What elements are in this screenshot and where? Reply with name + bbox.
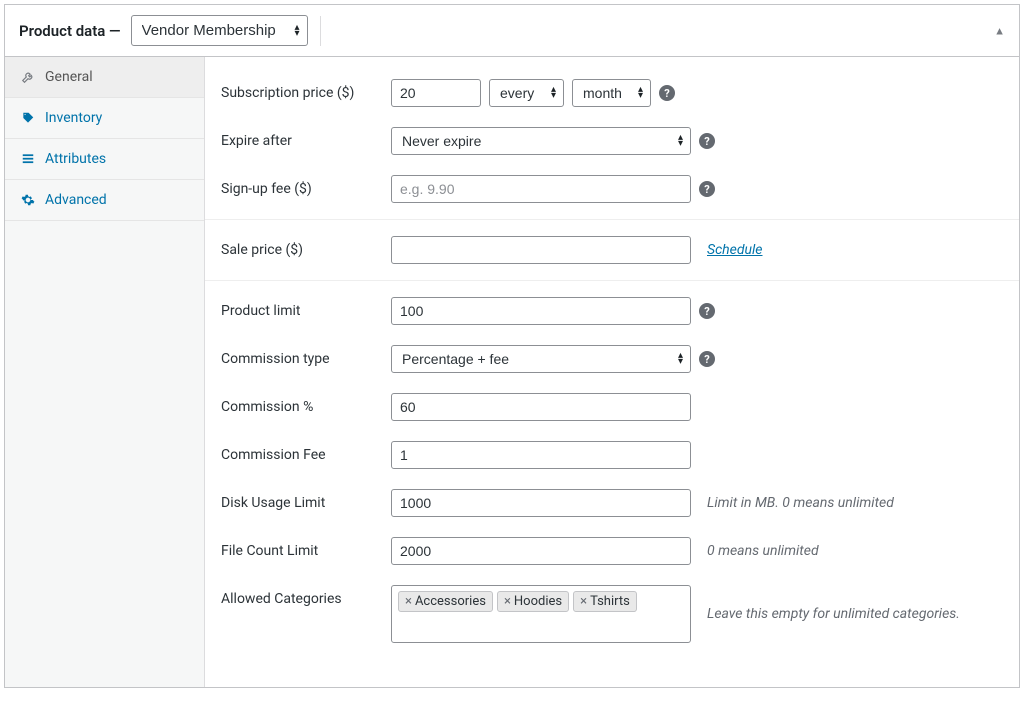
tab-advanced[interactable]: Advanced bbox=[5, 180, 204, 221]
wrench-icon bbox=[19, 70, 37, 84]
product-limit-input[interactable] bbox=[391, 297, 691, 325]
commission-type-select[interactable]: Percentage + fee bbox=[391, 345, 691, 373]
help-icon[interactable]: ? bbox=[659, 85, 675, 101]
tabs-nav: General Inventory Attributes Advanced bbox=[5, 57, 205, 687]
collapse-icon[interactable]: ▲ bbox=[994, 24, 1005, 37]
field-allowed-categories: Allowed Categories ×Accessories ×Hoodies… bbox=[205, 575, 1019, 653]
field-commission-fee: Commission Fee bbox=[205, 431, 1019, 479]
divider bbox=[205, 280, 1019, 281]
field-sale-price: Sale price ($) Schedule bbox=[205, 226, 1019, 274]
allowed-categories-input[interactable]: ×Accessories ×Hoodies ×Tshirts bbox=[391, 585, 691, 643]
field-product-limit: Product limit ? bbox=[205, 287, 1019, 335]
header-divider bbox=[320, 16, 321, 46]
help-icon[interactable]: ? bbox=[699, 303, 715, 319]
list-icon bbox=[19, 152, 37, 166]
label-allowed-categories: Allowed Categories bbox=[221, 585, 391, 607]
category-tag: ×Accessories bbox=[398, 591, 493, 612]
gear-icon bbox=[19, 193, 37, 207]
field-expire-after: Expire after Never expire ▴▾ ? bbox=[205, 117, 1019, 165]
file-count-hint: 0 means unlimited bbox=[707, 543, 819, 559]
remove-tag-icon[interactable]: × bbox=[580, 594, 587, 609]
tag-icon bbox=[19, 111, 37, 125]
field-disk-usage: Disk Usage Limit Limit in MB. 0 means un… bbox=[205, 479, 1019, 527]
panel-header: Product data — Vendor Membership ▴▾ ▲ bbox=[5, 5, 1019, 57]
subscription-price-input[interactable] bbox=[391, 79, 481, 107]
help-icon[interactable]: ? bbox=[699, 133, 715, 149]
label-subscription-price: Subscription price ($) bbox=[221, 79, 391, 101]
tab-label: General bbox=[45, 69, 93, 85]
label-file-count: File Count Limit bbox=[221, 537, 391, 559]
field-file-count: File Count Limit 0 means unlimited bbox=[205, 527, 1019, 575]
product-type-select[interactable]: Vendor Membership bbox=[131, 15, 308, 46]
label-disk-usage: Disk Usage Limit bbox=[221, 489, 391, 511]
label-expire-after: Expire after bbox=[221, 127, 391, 149]
remove-tag-icon[interactable]: × bbox=[504, 594, 511, 609]
billing-interval-select[interactable]: every bbox=[489, 79, 564, 107]
category-tag: ×Tshirts bbox=[573, 591, 637, 612]
label-signup-fee: Sign-up fee ($) bbox=[221, 175, 391, 197]
label-commission-type: Commission type bbox=[221, 345, 391, 367]
tab-content: Subscription price ($) every ▴▾ month ▴▾… bbox=[205, 57, 1019, 687]
file-count-input[interactable] bbox=[391, 537, 691, 565]
field-commission-type: Commission type Percentage + fee ▴▾ ? bbox=[205, 335, 1019, 383]
tab-attributes[interactable]: Attributes bbox=[5, 139, 204, 180]
label-commission-pct: Commission % bbox=[221, 393, 391, 415]
tab-inventory[interactable]: Inventory bbox=[5, 98, 204, 139]
help-icon[interactable]: ? bbox=[699, 181, 715, 197]
sale-price-input[interactable] bbox=[391, 236, 691, 264]
commission-fee-input[interactable] bbox=[391, 441, 691, 469]
commission-percent-input[interactable] bbox=[391, 393, 691, 421]
category-tag: ×Hoodies bbox=[497, 591, 569, 612]
expire-after-select[interactable]: Never expire bbox=[391, 127, 691, 155]
disk-usage-hint: Limit in MB. 0 means unlimited bbox=[707, 495, 894, 511]
product-data-panel: Product data — Vendor Membership ▴▾ ▲ Ge… bbox=[4, 4, 1020, 688]
divider bbox=[205, 219, 1019, 220]
label-commission-fee: Commission Fee bbox=[221, 441, 391, 463]
label-product-limit: Product limit bbox=[221, 297, 391, 319]
signup-fee-input[interactable] bbox=[391, 175, 691, 203]
schedule-link[interactable]: Schedule bbox=[707, 242, 763, 258]
help-icon[interactable]: ? bbox=[699, 351, 715, 367]
disk-usage-input[interactable] bbox=[391, 489, 691, 517]
panel-title: Product data — bbox=[19, 22, 121, 40]
field-commission-pct: Commission % bbox=[205, 383, 1019, 431]
field-subscription-price: Subscription price ($) every ▴▾ month ▴▾… bbox=[205, 69, 1019, 117]
allowed-categories-hint: Leave this empty for unlimited categorie… bbox=[707, 606, 960, 622]
tab-label: Inventory bbox=[45, 110, 102, 126]
panel-body: General Inventory Attributes Advanced bbox=[5, 57, 1019, 687]
tab-general[interactable]: General bbox=[5, 57, 204, 98]
label-sale-price: Sale price ($) bbox=[221, 236, 391, 258]
billing-period-select[interactable]: month bbox=[572, 79, 651, 107]
field-signup-fee: Sign-up fee ($) ? bbox=[205, 165, 1019, 213]
tab-label: Advanced bbox=[45, 192, 107, 208]
tab-label: Attributes bbox=[45, 151, 106, 167]
remove-tag-icon[interactable]: × bbox=[405, 594, 412, 609]
